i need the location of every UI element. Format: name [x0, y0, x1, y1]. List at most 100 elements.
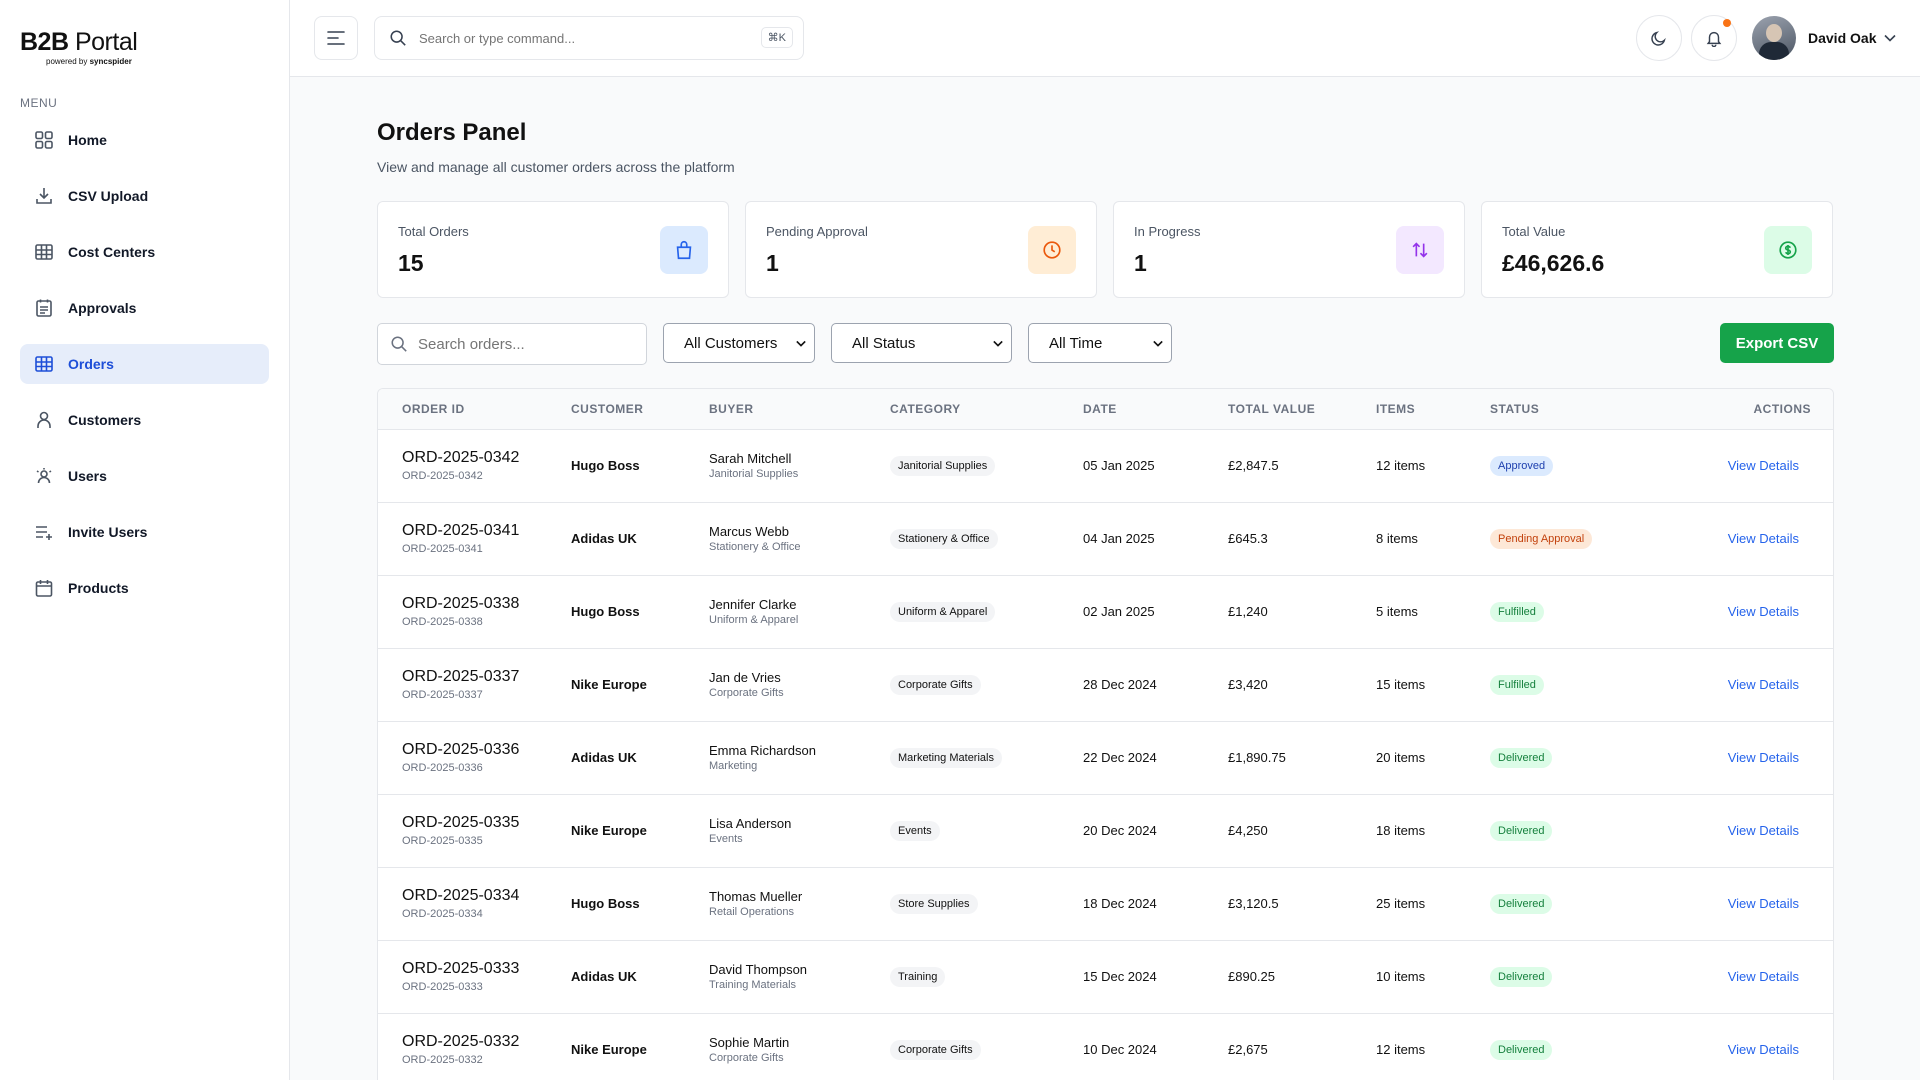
customer-name: Adidas UK: [571, 750, 637, 765]
view-details-link[interactable]: View Details: [1728, 531, 1799, 546]
customer-cell: Nike Europe: [571, 648, 709, 721]
customer-filter-select[interactable]: All Customers: [663, 323, 815, 363]
status-filter-value: All Status: [852, 334, 916, 352]
actions-cell: View Details: [1665, 648, 1833, 721]
order-id-sub: ORD-2025-0342: [402, 470, 483, 482]
customer-name: Nike Europe: [571, 1042, 647, 1058]
status-cell: Fulfilled: [1490, 575, 1665, 648]
customer-filter-value: All Customers: [684, 334, 778, 352]
buyer-name: Sarah Mitchell: [709, 451, 792, 466]
order-id: ORD-2025-0335: [402, 814, 520, 831]
table-row[interactable]: ORD-2025-0336 ORD-2025-0336 Adidas UK Emma …: [378, 721, 1833, 794]
notifications-button[interactable]: [1691, 15, 1737, 61]
view-details-link[interactable]: View Details: [1728, 896, 1799, 911]
table-row[interactable]: ORD-2025-0334 ORD-2025-0334 Hugo Boss Thoma…: [378, 867, 1833, 940]
status-filter-select[interactable]: All Status: [831, 323, 1012, 363]
table-row[interactable]: ORD-2025-0341 ORD-2025-0341 Adidas UK Marcu…: [378, 502, 1833, 575]
view-details-link[interactable]: View Details: [1728, 823, 1799, 838]
total-value-cell: £2,675: [1228, 1042, 1268, 1058]
category-chip: Stationery & Office: [890, 528, 998, 549]
order-id-sub: ORD-2025-0341: [402, 543, 483, 555]
brand-logo[interactable]: B2B Portal powered by syncspider: [20, 28, 138, 66]
hamburger-icon: [327, 31, 345, 45]
arrows-updown-icon: [1396, 226, 1444, 274]
items-cell: 10 items: [1376, 969, 1426, 984]
category-cell: Training: [890, 940, 1083, 1013]
total-value-cell: £4,250: [1228, 823, 1268, 838]
category-chip: Uniform & Apparel: [890, 601, 996, 622]
shortcut-badge: ⌘K: [760, 27, 793, 48]
items-cell: 25 items: [1376, 896, 1426, 911]
view-details-link[interactable]: View Details: [1728, 604, 1799, 619]
chevron-down-icon: [796, 340, 806, 347]
sidebar-item-label: Home: [68, 132, 107, 148]
view-details-link[interactable]: View Details: [1728, 677, 1799, 692]
sidebar-item-csv-upload[interactable]: CSV Upload: [20, 176, 269, 216]
category-cell: Uniform & Apparel: [890, 575, 1083, 648]
order-id-sub: ORD-2025-0337: [402, 689, 483, 701]
category-cell: Store Supplies: [890, 867, 1083, 940]
customer-cell: Nike Europe: [571, 1013, 709, 1080]
order-search-input[interactable]: [418, 335, 638, 353]
topbar: ⌘K David Oak: [290, 0, 1920, 77]
view-details-link[interactable]: View Details: [1728, 1042, 1799, 1057]
users-icon: [34, 466, 54, 486]
table-row[interactable]: ORD-2025-0332 ORD-2025-0332 Nike Europe Sop…: [378, 1013, 1833, 1080]
view-details-link[interactable]: View Details: [1728, 969, 1799, 984]
date-cell: 22 Dec 2024: [1083, 750, 1157, 765]
menu-toggle-button[interactable]: [314, 16, 358, 60]
brand-powered-by: powered by: [46, 57, 88, 66]
theme-toggle-button[interactable]: [1636, 15, 1682, 61]
command-search[interactable]: ⌘K: [374, 16, 804, 60]
customer-name: Hugo Boss: [571, 896, 640, 911]
sidebar-item-label: Cost Centers: [68, 244, 156, 260]
status-badge: Approved: [1490, 455, 1554, 476]
command-search-input[interactable]: [419, 30, 739, 46]
category-cell: Corporate Gifts: [890, 1013, 1083, 1080]
sidebar-item-orders[interactable]: Orders: [20, 344, 269, 384]
column-header: TOTAL VALUE: [1228, 401, 1316, 416]
column-header: ITEMS: [1376, 401, 1416, 416]
view-details-link[interactable]: View Details: [1728, 458, 1799, 473]
bag-icon: [660, 226, 708, 274]
order-id-cell: ORD-2025-0335 ORD-2025-0335: [378, 794, 571, 867]
table-row[interactable]: ORD-2025-0333 ORD-2025-0333 Adidas UK David…: [378, 940, 1833, 1013]
export-csv-button[interactable]: Export CSV: [1720, 323, 1834, 363]
order-id: ORD-2025-0334: [402, 887, 520, 904]
status-cell: Delivered: [1490, 794, 1665, 867]
sidebar-item-products[interactable]: Products: [20, 568, 269, 608]
buyer-department: Corporate Gifts: [709, 687, 784, 699]
checklist-icon: [34, 298, 54, 318]
time-filter-select[interactable]: All Time: [1028, 323, 1172, 363]
page-subtitle: View and manage all customer orders acro…: [377, 159, 735, 175]
sidebar-item-label: CSV Upload: [68, 188, 149, 204]
add-list-icon: [34, 522, 54, 542]
view-details-link[interactable]: View Details: [1728, 750, 1799, 765]
table-row[interactable]: ORD-2025-0342 ORD-2025-0342 Hugo Boss Sarah…: [378, 429, 1833, 502]
search-icon: [390, 30, 406, 46]
table-row[interactable]: ORD-2025-0337 ORD-2025-0337 Nike Europe Jan…: [378, 648, 1833, 721]
clock-icon: [1028, 226, 1076, 274]
category-chip: Janitorial Supplies: [890, 455, 996, 476]
sidebar-item-users[interactable]: Users: [20, 456, 269, 496]
sidebar-item-invite-users[interactable]: Invite Users: [20, 512, 269, 552]
sidebar-item-customers[interactable]: Customers: [20, 400, 269, 440]
order-id: ORD-2025-0342: [402, 449, 520, 466]
order-search[interactable]: [377, 323, 647, 365]
sidebar-item-approvals[interactable]: Approvals: [20, 288, 269, 328]
table-row[interactable]: ORD-2025-0338 ORD-2025-0338 Hugo Boss Jenni…: [378, 575, 1833, 648]
table-row[interactable]: ORD-2025-0335 ORD-2025-0335 Nike Europe Lis…: [378, 794, 1833, 867]
date-cell: 28 Dec 2024: [1083, 677, 1157, 692]
order-id-cell: ORD-2025-0338 ORD-2025-0338: [378, 575, 571, 648]
user-menu[interactable]: David Oak: [1752, 15, 1897, 61]
actions-cell: View Details: [1665, 429, 1833, 502]
sidebar-item-home[interactable]: Home: [20, 120, 269, 160]
buyer-cell: Jan de Vries Corporate Gifts: [709, 648, 890, 721]
total-value-cell: £890.25: [1228, 969, 1275, 984]
sidebar-item-cost-centers[interactable]: Cost Centers: [20, 232, 269, 272]
buyer-cell: David Thompson Training Materials: [709, 940, 890, 1013]
calendar-icon: [34, 578, 54, 598]
items-cell: 18 items: [1376, 823, 1426, 838]
category-chip: Marketing Materials: [890, 747, 1002, 768]
order-id: ORD-2025-0333: [402, 960, 520, 977]
